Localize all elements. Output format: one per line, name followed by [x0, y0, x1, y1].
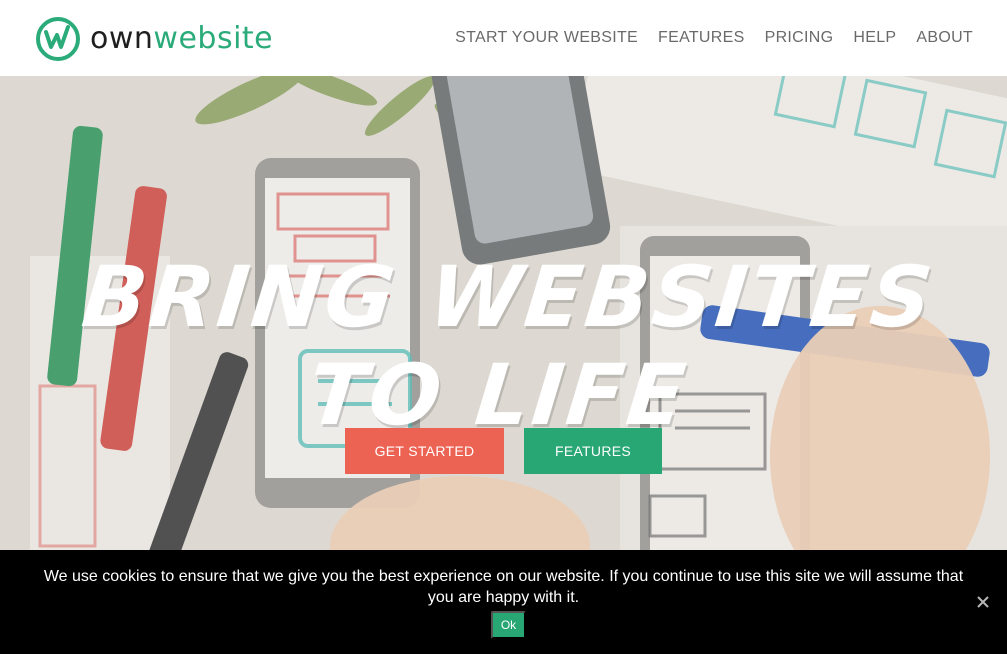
features-button[interactable]: FEATURES	[524, 428, 662, 474]
brand-name-part1: own	[90, 21, 154, 56]
site-header: ownwebsite START YOUR WEBSITE FEATURES P…	[0, 0, 1007, 76]
site-logo[interactable]: ownwebsite	[34, 15, 273, 63]
nav-start-your-website[interactable]: START YOUR WEBSITE	[455, 29, 638, 47]
nav-about[interactable]: ABOUT	[916, 29, 973, 47]
hero-headline: BRING WEBSITES TO LIFE	[77, 248, 940, 444]
brand-name-part2: website	[153, 21, 274, 56]
main-nav: START YOUR WEBSITE FEATURES PRICING HELP…	[455, 0, 973, 76]
w-circle-logo-icon	[36, 17, 80, 61]
cookie-notice-text: We use cookies to ensure that we give yo…	[43, 568, 964, 606]
cookie-notice: We use cookies to ensure that we give yo…	[0, 550, 1007, 654]
nav-help[interactable]: HELP	[853, 29, 896, 47]
get-started-button[interactable]: GET STARTED	[345, 428, 504, 474]
cookie-ok-button[interactable]: Ok	[491, 611, 526, 639]
brand-name: ownwebsite	[90, 24, 273, 54]
close-icon[interactable]	[975, 594, 991, 610]
nav-pricing[interactable]: PRICING	[765, 29, 834, 47]
nav-features[interactable]: FEATURES	[658, 29, 745, 47]
